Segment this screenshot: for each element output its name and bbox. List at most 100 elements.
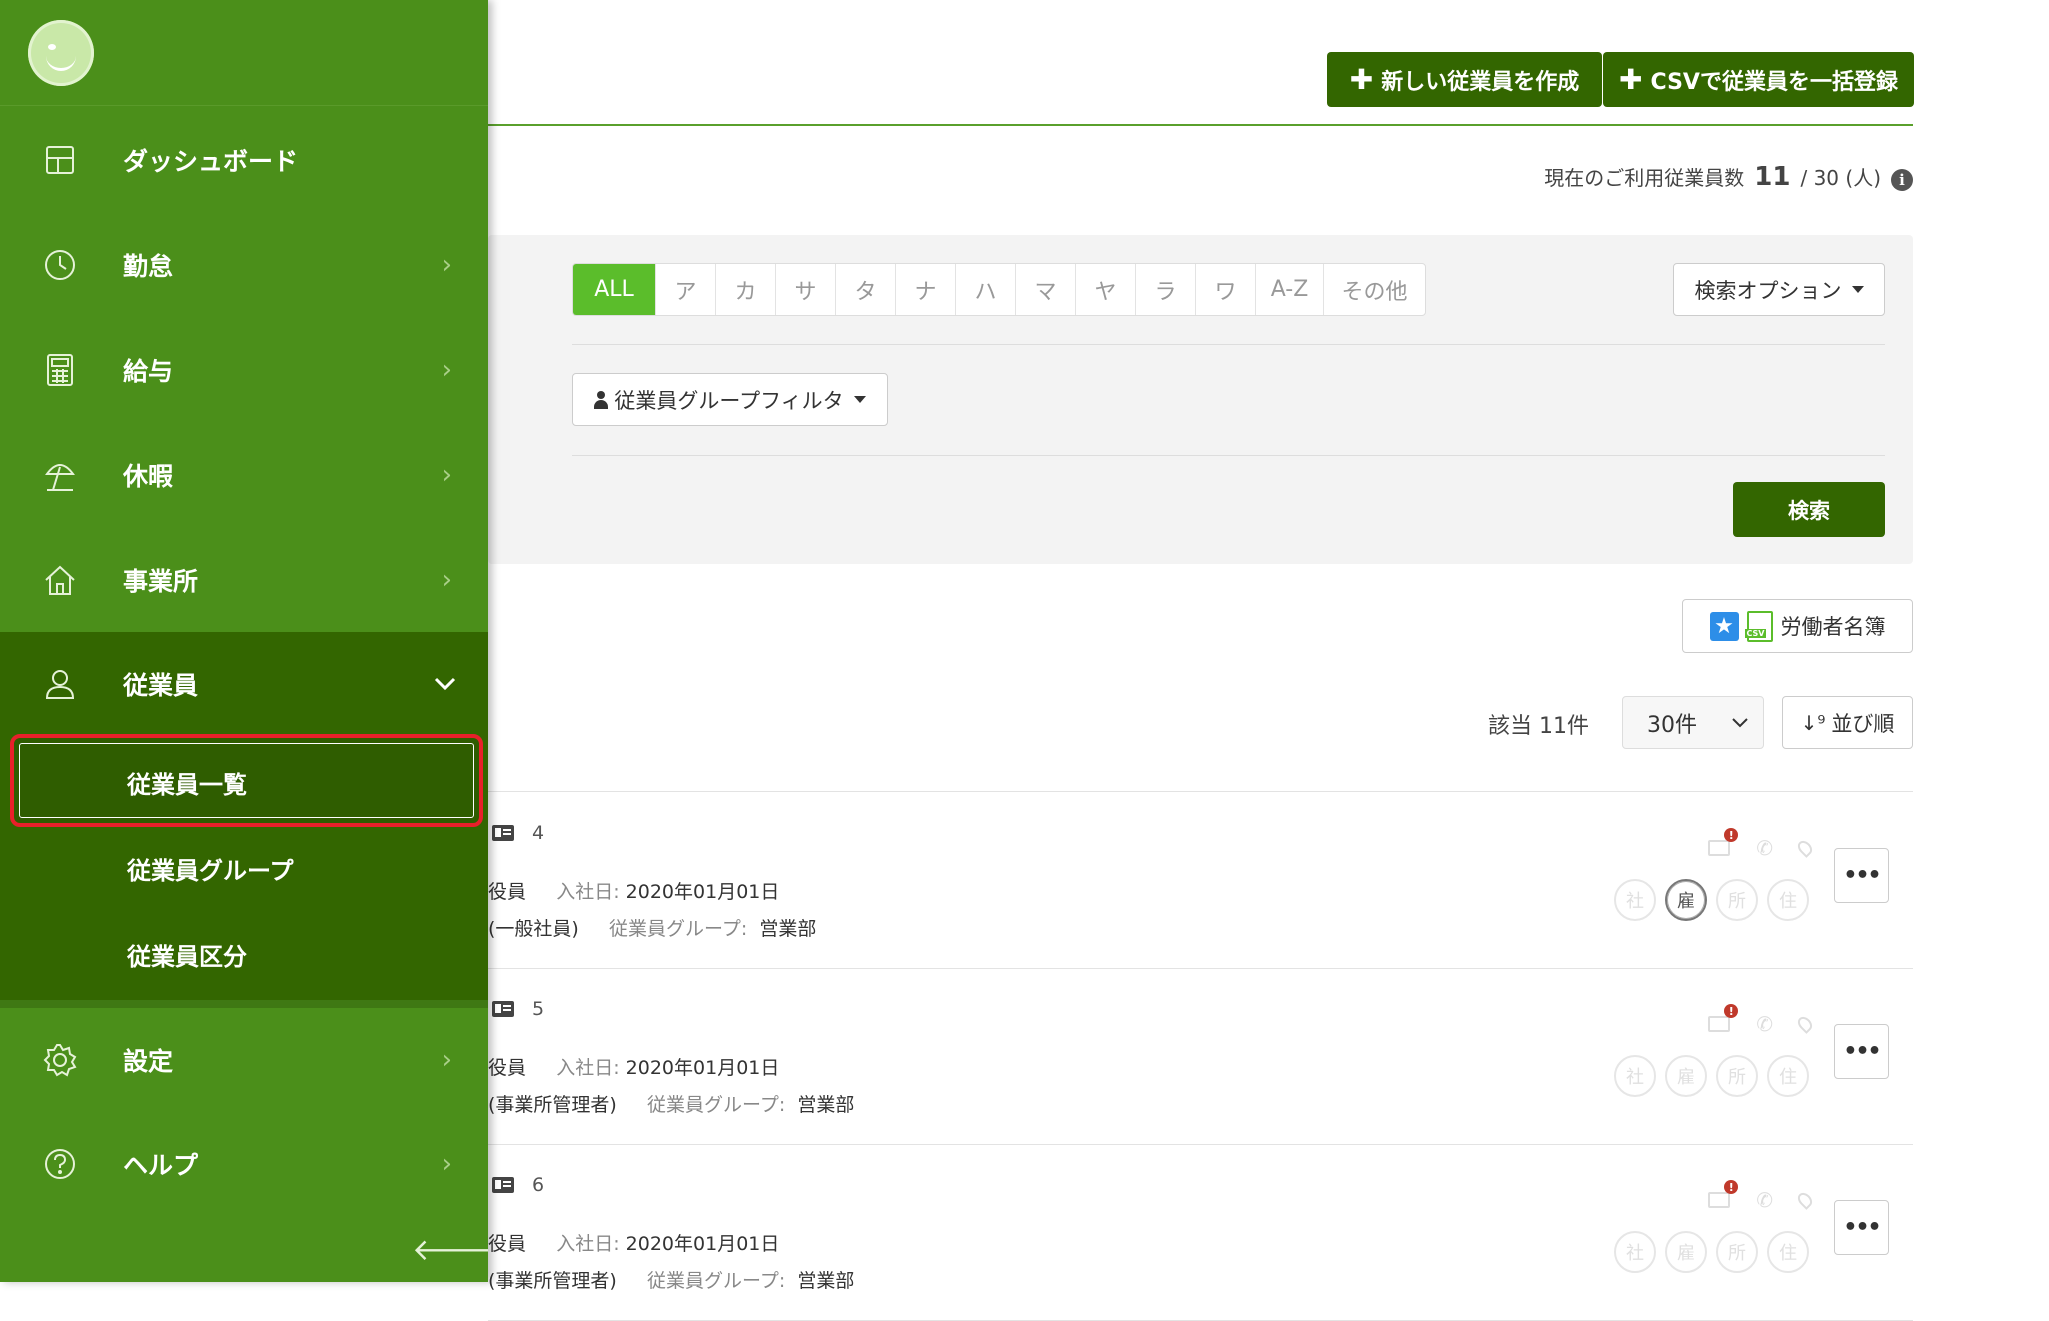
clock-icon bbox=[42, 247, 78, 283]
chevron-down-icon bbox=[434, 677, 456, 691]
contact-status: ! ✆ bbox=[1708, 1004, 1815, 1036]
employee-row[interactable]: 6 役員 入社日: 2020年01月01日 (事業所管理者) 従業員グループ: … bbox=[488, 1144, 1913, 1320]
worker-roster-button[interactable]: ★ CSV 労働者名簿 bbox=[1682, 599, 1913, 653]
document-badges: 社雇所住 bbox=[1614, 1055, 1809, 1097]
kana-tab[interactable]: マ bbox=[1015, 264, 1075, 315]
kana-tab[interactable]: サ bbox=[775, 264, 835, 315]
chevron-right-icon: › bbox=[441, 460, 452, 490]
document-status-badge[interactable]: 住 bbox=[1767, 1055, 1809, 1097]
employee-id-line: 4 bbox=[492, 822, 544, 844]
usage-limit: / 30 (人) bbox=[1800, 166, 1881, 190]
employee-id-line: 5 bbox=[492, 998, 544, 1020]
per-page-select[interactable]: 30件 bbox=[1622, 696, 1764, 749]
document-status-badge[interactable]: 雇 bbox=[1665, 1231, 1707, 1273]
document-status-badge[interactable]: 所 bbox=[1716, 1055, 1758, 1097]
kana-tab[interactable]: ワ bbox=[1195, 264, 1255, 315]
document-status-badge[interactable]: 住 bbox=[1767, 879, 1809, 921]
joined-date: 2020年01月01日 bbox=[625, 881, 780, 903]
search-options-button[interactable]: 検索オプション bbox=[1673, 263, 1885, 316]
document-status-badge[interactable]: 所 bbox=[1716, 1231, 1758, 1273]
document-status-badge[interactable]: 雇 bbox=[1665, 879, 1707, 921]
chevron-right-icon: › bbox=[441, 1045, 452, 1075]
kana-tab[interactable]: ア bbox=[655, 264, 715, 315]
id-card-icon bbox=[492, 1177, 514, 1193]
search-button[interactable]: 検索 bbox=[1733, 482, 1885, 537]
more-options-button[interactable]: ••• bbox=[1834, 1200, 1889, 1255]
more-options-button[interactable]: ••• bbox=[1834, 848, 1889, 903]
sidebar-item-help[interactable]: ヘルプ › bbox=[0, 1112, 488, 1216]
mail-icon: ! bbox=[1708, 1180, 1739, 1208]
plus-icon: ✚ bbox=[1619, 62, 1643, 96]
info-icon[interactable]: i bbox=[1891, 169, 1913, 191]
star-icon: ★ bbox=[1709, 611, 1739, 641]
kana-tab[interactable]: ヤ bbox=[1075, 264, 1135, 315]
kana-tab[interactable]: その他 bbox=[1323, 264, 1425, 315]
alert-icon: ! bbox=[1724, 1180, 1739, 1194]
document-status-badge[interactable]: 社 bbox=[1614, 1055, 1656, 1097]
kana-tab[interactable]: ハ bbox=[955, 264, 1015, 315]
phone-icon: ✆ bbox=[1756, 1012, 1773, 1036]
kana-tab[interactable]: ラ bbox=[1135, 264, 1195, 315]
kana-tab[interactable]: タ bbox=[835, 264, 895, 315]
sidebar-item-office[interactable]: 事業所 › bbox=[0, 528, 488, 632]
sidebar-item-payroll[interactable]: 給与 › bbox=[0, 318, 488, 422]
document-badges: 社雇所住 bbox=[1614, 1231, 1809, 1273]
user-icon bbox=[594, 390, 609, 409]
joined-date: 2020年01月01日 bbox=[625, 1057, 780, 1079]
location-pin-icon bbox=[1795, 1190, 1815, 1210]
employee-info-line: 役員 入社日: 2020年01月01日 bbox=[488, 877, 779, 904]
mail-icon: ! bbox=[1708, 828, 1739, 856]
calculator-icon bbox=[42, 352, 78, 388]
plus-icon: ✚ bbox=[1349, 62, 1374, 96]
employee-id-line: 6 bbox=[492, 1174, 544, 1196]
document-status-badge[interactable]: 雇 bbox=[1665, 1055, 1707, 1097]
logo[interactable] bbox=[28, 20, 94, 86]
document-status-badge[interactable]: 所 bbox=[1716, 879, 1758, 921]
alert-icon: ! bbox=[1724, 1004, 1739, 1018]
collapse-sidebar-icon[interactable]: 🡐 bbox=[412, 1232, 488, 1268]
chevron-down-icon bbox=[1732, 717, 1748, 727]
document-status-badge[interactable]: 住 bbox=[1767, 1231, 1809, 1273]
sidebar-subitem-employee-group[interactable]: 従業員グループ bbox=[127, 851, 294, 886]
sidebar-subitem-employee-category[interactable]: 従業員区分 bbox=[127, 937, 247, 972]
employee-permission: (事業所管理者) bbox=[488, 1094, 617, 1116]
kana-tab[interactable]: ナ bbox=[895, 264, 955, 315]
create-employee-button[interactable]: ✚ 新しい従業員を作成 bbox=[1327, 52, 1602, 107]
document-status-badge[interactable]: 社 bbox=[1614, 879, 1656, 921]
employee-group: 営業部 bbox=[759, 918, 817, 940]
sidebar-item-leave[interactable]: 休暇 › bbox=[0, 423, 488, 527]
employee-row[interactable]: 5 役員 入社日: 2020年01月01日 (事業所管理者) 従業員グループ: … bbox=[488, 968, 1913, 1144]
sidebar-item-employees[interactable]: 従業員 bbox=[0, 632, 488, 736]
kana-tab[interactable]: カ bbox=[715, 264, 775, 315]
location-pin-icon bbox=[1795, 838, 1815, 858]
group-filter-button[interactable]: 従業員グループフィルタ bbox=[572, 373, 888, 426]
panel-divider bbox=[572, 455, 1885, 456]
employee-row[interactable]: 4 役員 入社日: 2020年01月01日 (一般社員) 従業員グループ: 営業… bbox=[488, 792, 1913, 968]
sidebar-item-settings[interactable]: 設定 › bbox=[0, 1008, 488, 1112]
result-count: 該当 11件 bbox=[1488, 714, 1589, 739]
id-card-icon bbox=[492, 825, 514, 841]
sidebar-subitem-employee-list-label: 従業員一覧 bbox=[127, 771, 247, 799]
sort-icon: ↓⁹ bbox=[1800, 710, 1826, 735]
beach-umbrella-icon bbox=[42, 457, 78, 493]
sidebar-item-dashboard[interactable]: ダッシュボード bbox=[0, 108, 488, 212]
joined-label: 入社日: bbox=[556, 1233, 620, 1255]
more-options-button[interactable]: ••• bbox=[1834, 1024, 1889, 1079]
sort-button[interactable]: ↓⁹ 並び順 bbox=[1782, 696, 1913, 749]
usage-current: 11 bbox=[1754, 162, 1791, 192]
panel-divider bbox=[572, 344, 1885, 345]
employee-permission: (一般社員) bbox=[488, 918, 579, 940]
sidebar-divider bbox=[0, 1000, 488, 1008]
employee-permission-line: (一般社員) 従業員グループ: 営業部 bbox=[488, 914, 816, 941]
csv-bulk-register-button[interactable]: ✚ CSVで従業員を一括登録 bbox=[1603, 52, 1914, 107]
id-card-icon bbox=[492, 1001, 514, 1017]
chevron-right-icon: › bbox=[441, 565, 452, 595]
sidebar: ダッシュボード 勤怠 › 給与 › 休暇 › 事業所 › 従業員 従業員一覧 従… bbox=[0, 0, 488, 1282]
kana-tab[interactable]: A-Z bbox=[1255, 264, 1323, 315]
sidebar-item-attendance[interactable]: 勤怠 › bbox=[0, 213, 488, 317]
kana-tab[interactable]: ALL bbox=[573, 264, 655, 315]
home-icon bbox=[42, 562, 78, 598]
location-pin-icon bbox=[1795, 1014, 1815, 1034]
document-status-badge[interactable]: 社 bbox=[1614, 1231, 1656, 1273]
chevron-right-icon: › bbox=[441, 250, 452, 280]
